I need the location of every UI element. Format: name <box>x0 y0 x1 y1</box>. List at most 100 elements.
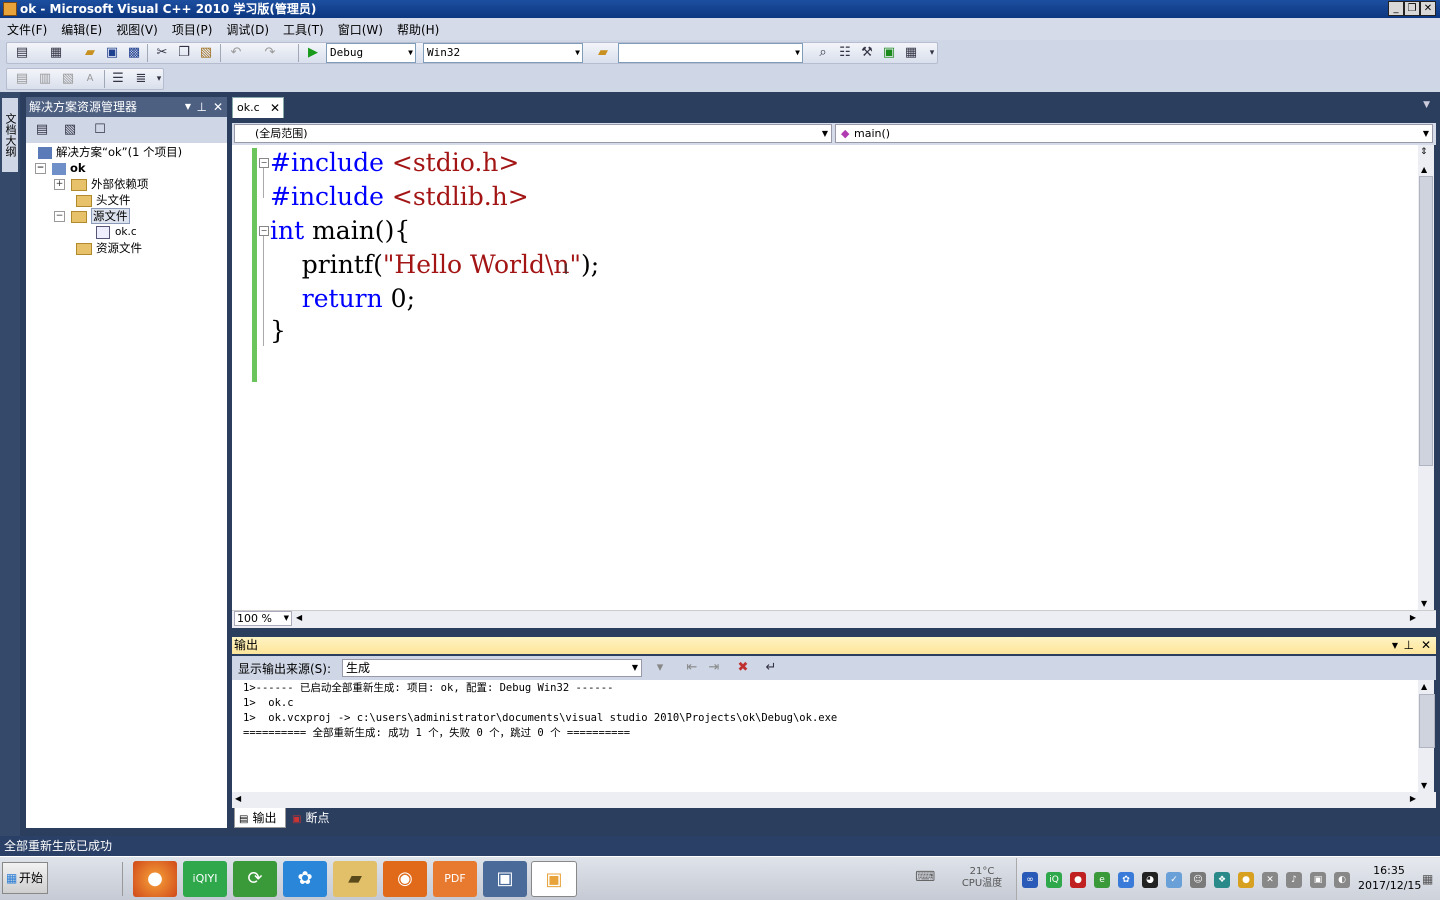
dropdown-icon[interactable]: ▼ <box>1392 637 1398 654</box>
pin-icon[interactable]: ⊥ <box>197 97 207 117</box>
comment-out-icon[interactable]: ☰ <box>110 71 126 87</box>
tray-shield-icon[interactable]: ✓ <box>1166 872 1182 888</box>
window-title-bar[interactable]: ok - Microsoft Visual C++ 2010 学习版(管理员) <box>0 0 1440 18</box>
scroll-up-icon[interactable]: ▲ <box>1421 682 1427 691</box>
tab-breakpoints[interactable]: ▣ 断点 <box>288 808 340 828</box>
iqiyi-icon[interactable]: iQIYI <box>183 861 227 897</box>
start-page-icon[interactable]: ▣ <box>881 45 897 61</box>
output-scroll-thumb[interactable] <box>1419 694 1435 748</box>
tab-ok-c[interactable]: ok.c ✕ <box>232 97 284 118</box>
menu-window[interactable]: 窗口(W) <box>331 21 390 38</box>
pdf-app-icon[interactable]: PDF <box>433 861 477 897</box>
word-wrap-icon[interactable]: ↵ <box>763 660 779 676</box>
browser-icon[interactable]: ⟳ <box>233 861 277 897</box>
scroll-down-icon[interactable]: ▼ <box>1421 599 1427 608</box>
editor-horizontal-scrollbar[interactable]: ◀ ▶ <box>232 610 1436 628</box>
output-horizontal-scrollbar[interactable]: ◀ ▶ <box>232 792 1436 808</box>
app-icon[interactable] <box>3 2 17 16</box>
find-combo[interactable]: ▼ <box>618 43 803 63</box>
close-button[interactable]: ✕ <box>1420 1 1436 16</box>
editor-scroll-thumb[interactable] <box>1419 176 1433 466</box>
paste-icon[interactable]: ▧ <box>198 45 214 61</box>
find-icon[interactable]: ⌕ <box>815 45 831 61</box>
tools-icon[interactable]: ⚒ <box>859 45 875 61</box>
add-item-icon[interactable]: ▦ <box>48 45 64 61</box>
media-app-icon[interactable]: ◉ <box>383 861 427 897</box>
tray-browser-icon[interactable]: e <box>1094 872 1110 888</box>
copy-icon[interactable]: ❐ <box>176 45 192 61</box>
close-icon[interactable]: ✕ <box>1421 637 1431 654</box>
tree-item-source-files[interactable]: − 源文件 <box>54 208 130 224</box>
tray-app-icon[interactable]: ❖ <box>1214 872 1230 888</box>
tray-display-icon[interactable]: ▣ <box>1310 872 1326 888</box>
toolbar-overflow-icon[interactable]: ▾ <box>151 71 167 87</box>
menu-tools[interactable]: 工具(T) <box>276 21 331 38</box>
close-tab-icon[interactable]: ✕ <box>270 98 280 118</box>
image-viewer-icon[interactable]: ▣ <box>483 861 527 897</box>
split-icon[interactable]: ⇕ <box>1420 147 1428 157</box>
tray-qq-icon[interactable]: ◕ <box>1142 872 1158 888</box>
parameter-info-icon[interactable]: ▥ <box>37 71 53 87</box>
tray-app2-icon[interactable]: ● <box>1238 872 1254 888</box>
show-all-files-icon[interactable]: ▤ <box>34 122 50 138</box>
tree-item-solution[interactable]: 解决方案“ok”(1 个项目) <box>38 144 182 160</box>
tray-tools-icon[interactable]: ✕ <box>1262 872 1278 888</box>
keyboard-icon[interactable]: ⌨ <box>915 869 935 885</box>
previous-message-icon[interactable]: ⇤ <box>684 660 700 676</box>
tray-menu-icon[interactable]: ▦ <box>1422 872 1436 888</box>
file-explorer-icon[interactable]: ▰ <box>333 861 377 897</box>
uncomment-icon[interactable]: ≣ <box>133 71 149 87</box>
scroll-up-icon[interactable]: ▲ <box>1421 165 1427 174</box>
tray-security-icon[interactable]: ● <box>1070 872 1086 888</box>
expand-icon[interactable]: + <box>54 179 65 190</box>
taskbar-clock[interactable]: 16:35 2017/12/15 <box>1358 863 1421 893</box>
tree-item-header-files[interactable]: 头文件 <box>76 192 131 208</box>
tree-item-project[interactable]: − ok <box>35 160 86 176</box>
output-source-select[interactable]: 生成 ▼ <box>342 659 642 677</box>
tray-network-icon[interactable]: ∞ <box>1022 872 1038 888</box>
class-view-icon[interactable]: ▦ <box>903 45 919 61</box>
tree-item-ok-c[interactable]: ok.c <box>96 224 137 240</box>
next-message-icon[interactable]: ⇥ <box>706 660 722 676</box>
scroll-down-icon[interactable]: ▼ <box>1421 781 1427 790</box>
cloud-app-icon[interactable]: ✿ <box>283 861 327 897</box>
fold-collapse-icon[interactable]: − <box>259 158 269 168</box>
tab-output[interactable]: ▤ 输出 <box>234 808 286 828</box>
output-vertical-scrollbar[interactable]: ▲ ▼ <box>1418 680 1435 792</box>
visual-cpp-taskbar-icon[interactable]: ▣ <box>531 861 577 897</box>
start-debugging-icon[interactable]: ▶ <box>305 45 321 61</box>
properties-icon[interactable]: ☐ <box>92 122 108 138</box>
tray-sound-icon[interactable]: ◐ <box>1334 872 1350 888</box>
tree-item-external-deps[interactable]: + 外部依赖项 <box>54 176 149 192</box>
start-button[interactable]: ▦ 开始 <box>2 862 48 894</box>
document-outline-tab[interactable]: 文档大纲 <box>2 98 18 172</box>
tab-dropdown-icon[interactable]: ▼ <box>1423 100 1430 110</box>
close-icon[interactable]: ✕ <box>213 97 223 117</box>
platform-select[interactable]: Win32 ▼ <box>423 43 583 63</box>
firefox-icon[interactable]: ● <box>133 861 177 897</box>
find-message-icon[interactable]: ▾ <box>652 660 668 676</box>
cut-icon[interactable]: ✂ <box>154 45 170 61</box>
save-icon[interactable]: ▣ <box>104 45 120 61</box>
config-select[interactable]: Debug ▼ <box>326 43 416 63</box>
menu-project[interactable]: 项目(P) <box>165 21 220 38</box>
redo-icon[interactable]: ↷ <box>262 45 278 61</box>
tray-volume-icon[interactable]: ♪ <box>1286 872 1302 888</box>
quick-info-icon[interactable]: ▧ <box>60 71 76 87</box>
restore-button[interactable]: ❐ <box>1404 1 1420 16</box>
menu-help[interactable]: 帮助(H) <box>390 21 446 38</box>
dropdown-icon[interactable]: ▼ <box>185 97 191 117</box>
fold-collapse-icon[interactable]: − <box>259 226 269 236</box>
pin-icon[interactable]: ⊥ <box>1404 637 1414 654</box>
menu-file[interactable]: 文件(F) <box>0 21 54 38</box>
scroll-right-icon[interactable]: ▶ <box>1410 794 1416 803</box>
complete-word-icon[interactable]: A <box>82 71 98 87</box>
zoom-select[interactable]: 100 % ▼ <box>234 611 292 626</box>
collapse-icon[interactable]: − <box>35 163 46 174</box>
toolbar-overflow-icon[interactable]: ▾ <box>924 45 940 61</box>
tray-users-icon[interactable]: ☺ <box>1190 872 1206 888</box>
member-list-icon[interactable]: ▤ <box>14 71 30 87</box>
new-project-icon[interactable]: ▤ <box>14 45 30 61</box>
function-select[interactable]: ◆ main() ▼ <box>835 124 1433 143</box>
properties-icon[interactable]: ☷ <box>837 45 853 61</box>
